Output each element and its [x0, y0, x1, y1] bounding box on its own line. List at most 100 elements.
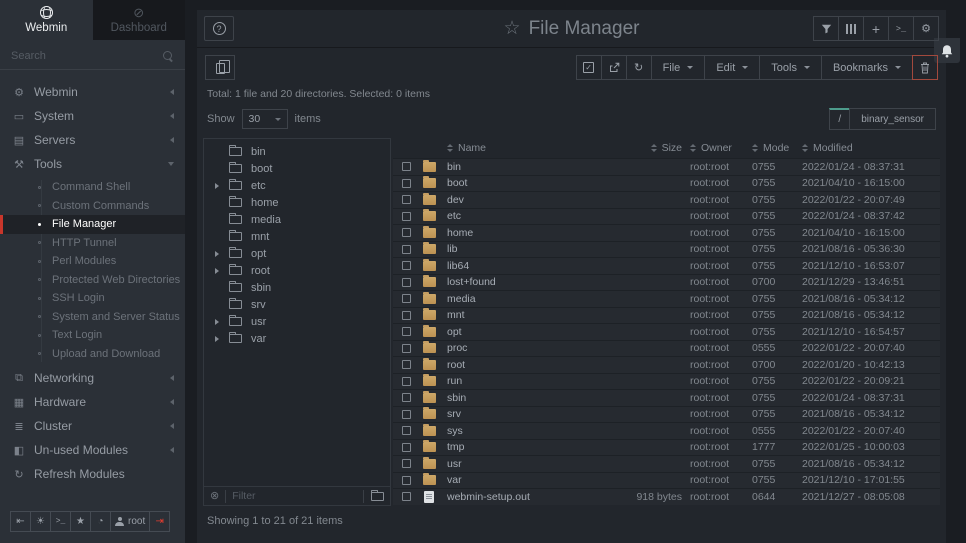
row-checkbox[interactable] — [402, 278, 411, 287]
file-name[interactable]: home — [447, 227, 598, 239]
table-row[interactable]: homeroot:root07552021/04/10 - 16:15:00 — [393, 224, 940, 241]
tree-item-etc[interactable]: etc — [204, 177, 390, 194]
sidebar-item-system[interactable]: ▭System — [0, 104, 185, 128]
user-button[interactable]: root — [110, 511, 150, 532]
file-name[interactable]: root — [447, 359, 598, 371]
row-checkbox[interactable] — [402, 162, 411, 171]
file-name[interactable]: sbin — [447, 392, 598, 404]
column-header-mode[interactable]: Mode — [752, 142, 802, 154]
search-input[interactable] — [11, 50, 162, 62]
tree-item-boot[interactable]: boot — [204, 160, 390, 177]
row-checkbox[interactable] — [402, 426, 411, 435]
sidebar-item-hardware[interactable]: ▦Hardware — [0, 390, 185, 414]
row-checkbox[interactable] — [402, 360, 411, 369]
row-checkbox[interactable] — [402, 179, 411, 188]
column-header-owner[interactable]: Owner — [690, 142, 752, 154]
sidebar-item-servers[interactable]: ▤Servers — [0, 128, 185, 152]
file-name[interactable]: var — [447, 474, 598, 486]
tree-folder-button[interactable] — [363, 490, 384, 503]
terminal-button[interactable]: >_ — [888, 16, 914, 41]
breadcrumb-root[interactable]: / — [829, 108, 850, 130]
row-checkbox[interactable] — [402, 228, 411, 237]
table-row[interactable]: bootroot:root07552021/04/10 - 16:15:00 — [393, 175, 940, 192]
file-name[interactable]: mnt — [447, 309, 598, 321]
sidebar-item-upload-and-download[interactable]: Upload and Download — [0, 345, 185, 364]
copy-path-button[interactable] — [205, 55, 235, 80]
file-name[interactable]: lib64 — [447, 260, 598, 272]
table-row[interactable]: mediaroot:root07552021/08/16 - 05:34:12 — [393, 290, 940, 307]
sidebar-item-webmin[interactable]: ⚙Webmin — [0, 80, 185, 104]
column-header-name[interactable]: Name — [447, 142, 598, 154]
column-header-size[interactable]: Size — [598, 142, 690, 154]
sidebar-item-un-used-modules[interactable]: ◧Un-used Modules — [0, 438, 185, 462]
sidebar-item-tools[interactable]: ⚒Tools — [0, 152, 185, 176]
file-name[interactable]: bin — [447, 161, 598, 173]
row-checkbox[interactable] — [402, 245, 411, 254]
row-checkbox[interactable] — [402, 261, 411, 270]
menu-file[interactable]: File — [651, 55, 706, 80]
breadcrumb-segment[interactable]: binary_sensor — [849, 108, 936, 130]
sidebar-item-protected-web-directories[interactable]: Protected Web Directories — [0, 271, 185, 290]
menu-tools[interactable]: Tools — [759, 55, 822, 80]
table-row[interactable]: procroot:root05552022/01/22 - 20:07:40 — [393, 340, 940, 357]
file-name[interactable]: proc — [447, 342, 598, 354]
sidebar-item-system-and-server-status[interactable]: System and Server Status — [0, 308, 185, 327]
tree-filter-input[interactable] — [225, 490, 357, 503]
sidebar-item-text-login[interactable]: Text Login — [0, 326, 185, 345]
expand-caret-icon[interactable] — [215, 251, 227, 257]
table-row[interactable]: sysroot:root05552022/01/22 - 20:07:40 — [393, 422, 940, 439]
collapse-sidebar-button[interactable]: ⇤ — [10, 511, 31, 532]
tree-item-bin[interactable]: bin — [204, 143, 390, 160]
tab-webmin[interactable]: Webmin — [0, 0, 93, 40]
table-row[interactable]: libroot:root07552021/08/16 - 05:36:30 — [393, 241, 940, 258]
clear-filter-icon[interactable]: ⊗ — [210, 491, 219, 502]
sidebar-item-perl-modules[interactable]: Perl Modules — [0, 252, 185, 271]
help-button[interactable]: ? — [204, 16, 234, 41]
table-row[interactable]: devroot:root07552022/01/22 - 20:07:49 — [393, 191, 940, 208]
table-row[interactable]: mntroot:root07552021/08/16 - 05:34:12 — [393, 307, 940, 324]
row-checkbox[interactable] — [402, 443, 411, 452]
file-name[interactable]: run — [447, 375, 598, 387]
sidebar-item-custom-commands[interactable]: Custom Commands — [0, 197, 185, 216]
sidebar-item-http-tunnel[interactable]: HTTP Tunnel — [0, 234, 185, 253]
expand-caret-icon[interactable] — [215, 268, 227, 274]
sidebar-item-file-manager[interactable]: File Manager — [0, 215, 185, 234]
row-checkbox[interactable] — [402, 410, 411, 419]
tree-item-usr[interactable]: usr — [204, 313, 390, 330]
theme-button[interactable]: ☀ — [30, 511, 51, 532]
column-header-modified[interactable]: Modified — [802, 142, 940, 154]
table-row[interactable]: etcroot:root07552022/01/24 - 08:37:42 — [393, 208, 940, 225]
table-row[interactable]: lost+foundroot:root07002021/12/29 - 13:4… — [393, 274, 940, 291]
table-row[interactable]: usrroot:root07552021/08/16 - 05:34:12 — [393, 455, 940, 472]
file-name[interactable]: lost+found — [447, 276, 598, 288]
file-name[interactable]: lib — [447, 243, 598, 255]
sidebar-item-command-shell[interactable]: Command Shell — [0, 178, 185, 197]
table-row[interactable]: tmproot:root17772022/01/25 - 10:00:03 — [393, 439, 940, 456]
tree-item-srv[interactable]: srv — [204, 296, 390, 313]
create-button[interactable]: + — [863, 16, 889, 41]
file-name[interactable]: etc — [447, 210, 598, 222]
file-name[interactable]: srv — [447, 408, 598, 420]
export-button[interactable] — [601, 55, 627, 80]
table-row[interactable]: webmin-setup.out918 bytesroot:root064420… — [393, 488, 940, 505]
row-checkbox[interactable] — [402, 476, 411, 485]
menu-bookmarks[interactable]: Bookmarks — [821, 55, 913, 80]
sidebar-item-ssh-login[interactable]: SSH Login — [0, 289, 185, 308]
row-checkbox[interactable] — [402, 327, 411, 336]
file-name[interactable]: opt — [447, 326, 598, 338]
row-checkbox[interactable] — [402, 492, 411, 501]
filter-button[interactable] — [813, 16, 839, 41]
refresh-button[interactable]: ↻ — [626, 55, 652, 80]
file-name[interactable]: media — [447, 293, 598, 305]
tab-dashboard[interactable]: ⊘ Dashboard — [93, 0, 186, 40]
row-checkbox[interactable] — [402, 294, 411, 303]
file-name[interactable]: tmp — [447, 441, 598, 453]
delete-button[interactable] — [912, 55, 938, 80]
tree-item-mnt[interactable]: mnt — [204, 228, 390, 245]
file-name[interactable]: sys — [447, 425, 598, 437]
shell-button[interactable]: >_ — [50, 511, 71, 532]
table-row[interactable]: binroot:root07552022/01/24 - 08:37:31 — [393, 158, 940, 175]
row-checkbox[interactable] — [402, 311, 411, 320]
language-button[interactable]: ◔ — [90, 511, 111, 532]
tree-item-media[interactable]: media — [204, 211, 390, 228]
